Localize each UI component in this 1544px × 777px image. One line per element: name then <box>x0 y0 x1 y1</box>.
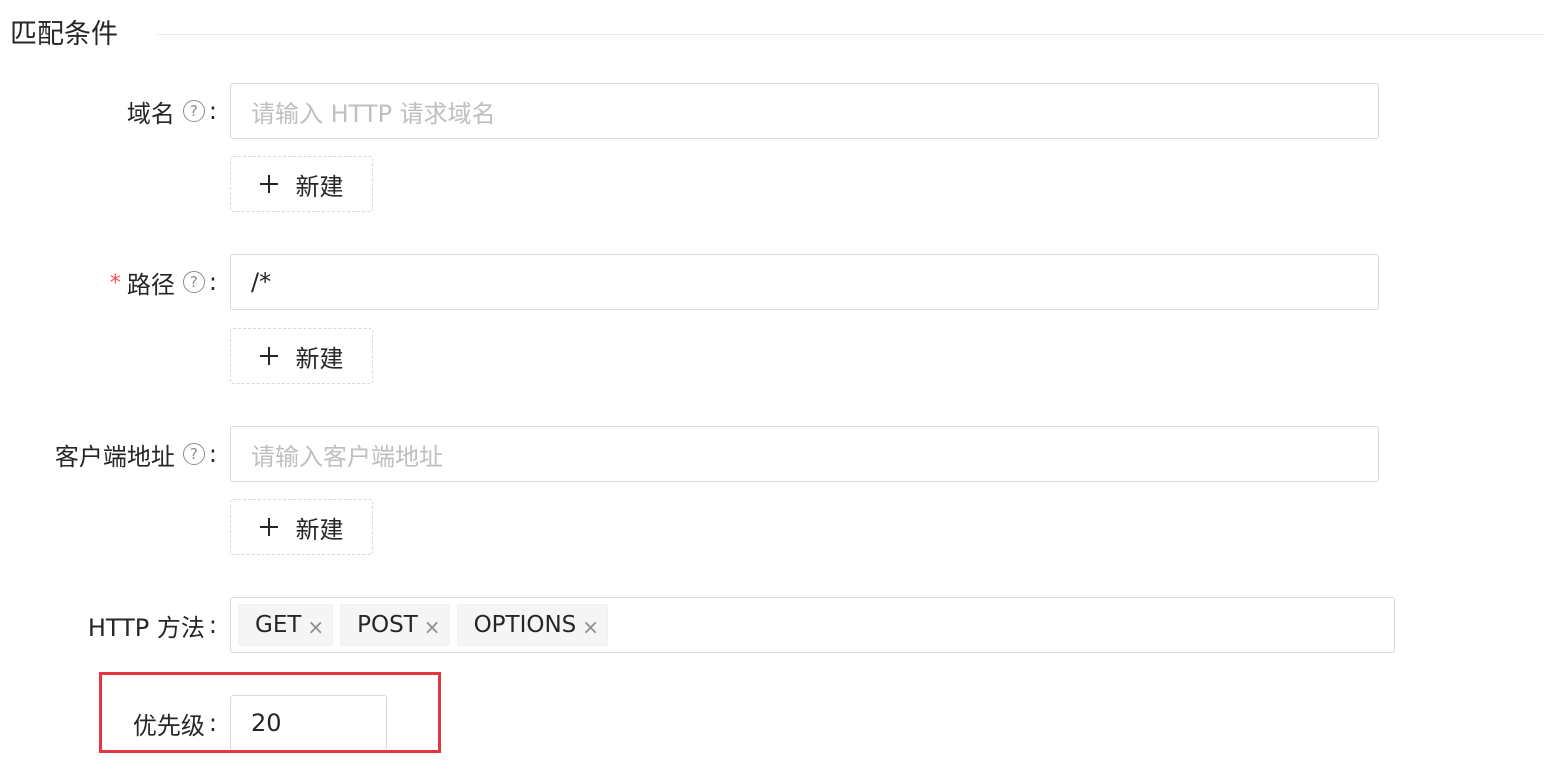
domain-add-button[interactable]: 新建 <box>230 156 373 212</box>
plus-icon <box>259 175 278 193</box>
client-address-input-placeholder: 请输入客户端地址 <box>251 442 443 471</box>
priority-highlight-box <box>99 672 441 753</box>
method-tag-label: POST <box>357 612 418 638</box>
question-circle-icon[interactable]: ? <box>182 443 205 465</box>
path-add-button[interactable]: 新建 <box>230 328 373 384</box>
client-address-label-colon: : <box>208 440 217 468</box>
domain-input[interactable]: 请输入 HTTP 请求域名 <box>230 83 1379 139</box>
path-input-value: /* <box>251 268 272 296</box>
plus-icon <box>259 347 278 365</box>
close-icon[interactable]: × <box>424 615 441 639</box>
path-label: * 路径 ? : <box>110 254 217 310</box>
method-tag-options: OPTIONS × <box>456 604 609 646</box>
method-tag-get: GET × <box>238 604 334 646</box>
client-address-input[interactable]: 请输入客户端地址 <box>230 426 1379 482</box>
http-method-label-text: HTTP 方法 <box>87 613 205 642</box>
client-address-label-text: 客户端地址 <box>54 442 175 471</box>
http-method-label-colon: : <box>208 611 217 639</box>
plus-icon <box>259 518 278 536</box>
http-method-select[interactable]: GET × POST × OPTIONS × <box>230 597 1395 653</box>
client-address-label: 客户端地址 ? : <box>55 426 217 482</box>
method-tag-post: POST × <box>340 604 450 646</box>
path-add-label: 新建 <box>295 344 344 373</box>
path-input[interactable]: /* <box>230 254 1379 310</box>
path-label-colon: : <box>208 268 217 296</box>
path-label-text: 路径 <box>126 270 175 299</box>
route-form: 匹配条件 域名 ? : 请输入 HTTP 请求域名 新建 * 路径 ? : /*… <box>0 0 1544 777</box>
client-address-add-button[interactable]: 新建 <box>230 499 373 555</box>
section-title: 匹配条件 <box>10 19 118 50</box>
required-mark: * <box>109 270 121 296</box>
question-circle-icon[interactable]: ? <box>182 100 205 122</box>
close-icon[interactable]: × <box>582 615 599 639</box>
domain-label: 域名 ? : <box>127 83 217 139</box>
close-icon[interactable]: × <box>307 615 324 639</box>
domain-label-colon: : <box>208 97 217 125</box>
domain-label-text: 域名 <box>126 99 175 128</box>
section-divider <box>157 34 1544 35</box>
question-circle-icon[interactable]: ? <box>182 271 205 293</box>
method-tag-label: GET <box>255 612 302 638</box>
client-address-add-label: 新建 <box>295 515 344 544</box>
section-header: 匹配条件 <box>0 10 1544 58</box>
domain-input-placeholder: 请输入 HTTP 请求域名 <box>251 99 496 128</box>
http-method-label: HTTP 方法 : <box>88 597 217 653</box>
method-tag-label: OPTIONS <box>473 612 577 638</box>
domain-add-label: 新建 <box>295 172 344 201</box>
